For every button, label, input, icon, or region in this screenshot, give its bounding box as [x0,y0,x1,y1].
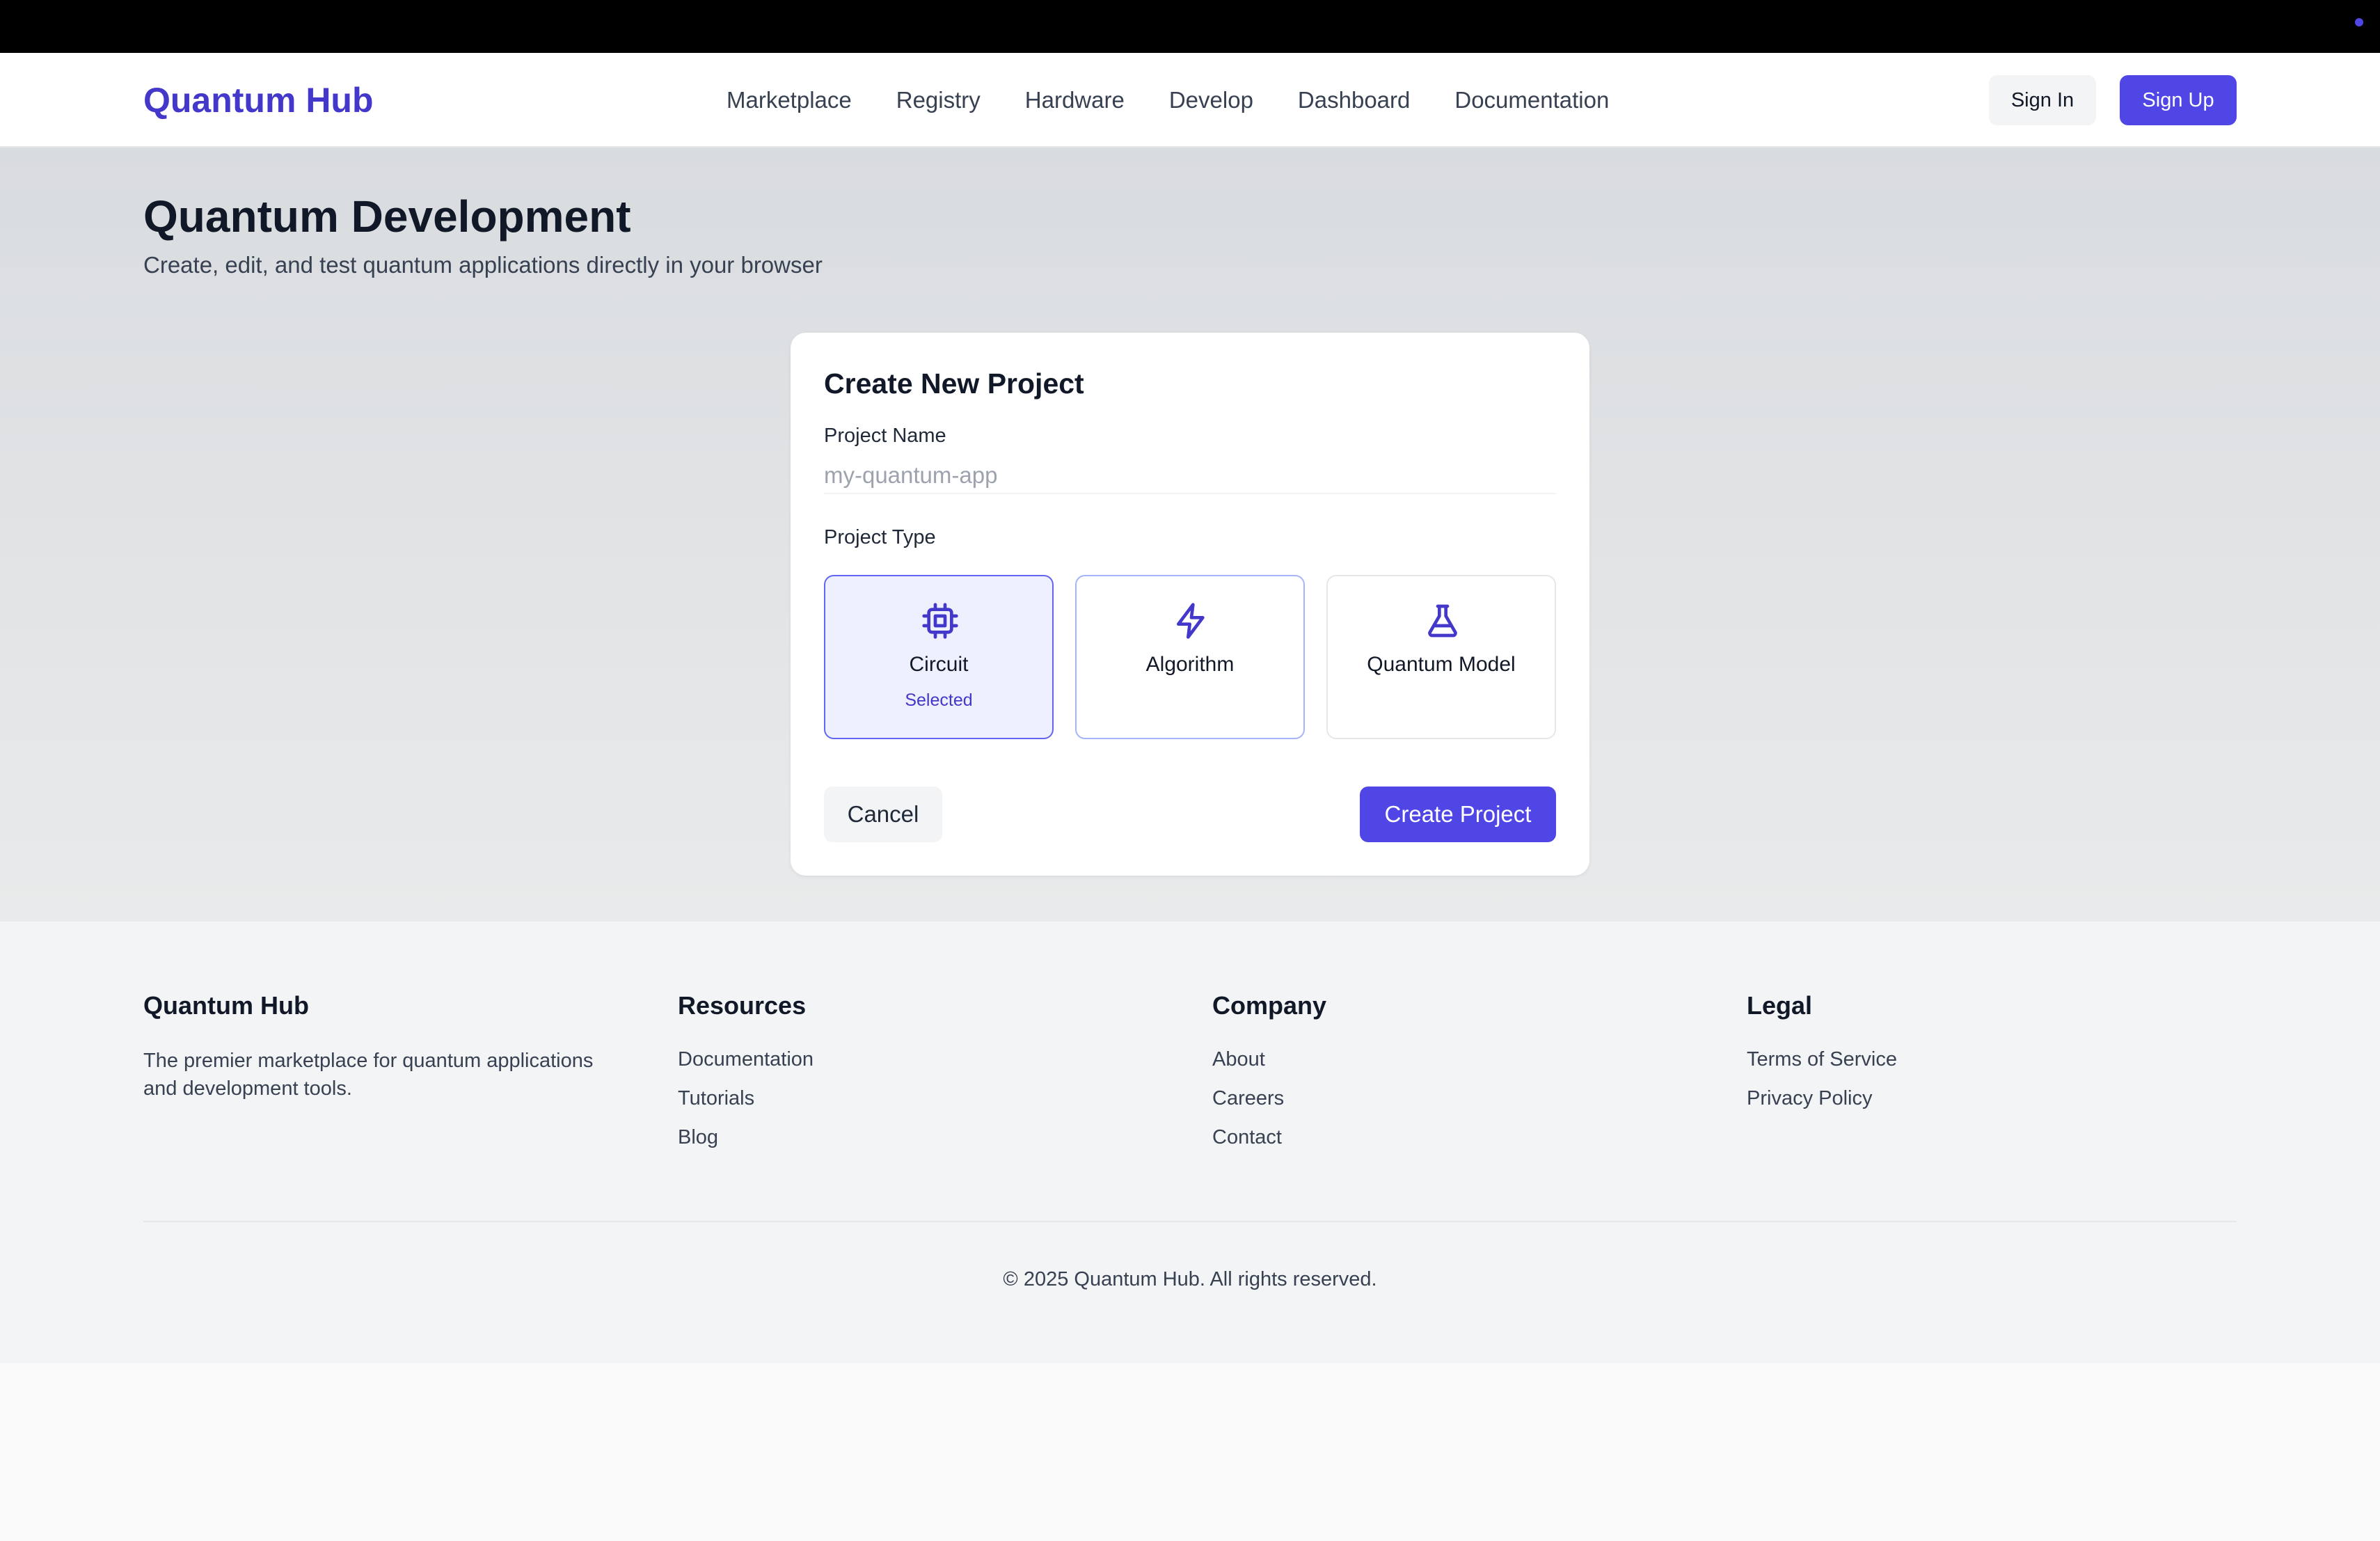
chip-icon [922,603,958,639]
main-nav: Marketplace Registry Hardware Develop Da… [727,74,1609,127]
footer-link-about[interactable]: About [1212,1047,1326,1072]
nav-develop[interactable]: Develop [1169,87,1253,113]
nav-marketplace[interactable]: Marketplace [727,87,852,113]
status-dot-icon [2355,18,2363,26]
type-option-quantum-model[interactable]: Quantum Model [1326,575,1556,739]
footer-link-careers[interactable]: Careers [1212,1086,1326,1111]
nav-dashboard[interactable]: Dashboard [1298,87,1410,113]
project-name-input[interactable] [824,458,1556,494]
type-option-name: Quantum Model [1367,653,1516,676]
footer-brand-description: The premier marketplace for quantum appl… [143,1050,594,1100]
footer-legal-title: Legal [1747,991,1813,1020]
project-type-label: Project Type [824,526,936,548]
footer-link-privacy[interactable]: Privacy Policy [1747,1086,1897,1111]
footer-company-column: Company About Careers Contact [1212,991,1326,1164]
type-option-circuit[interactable]: Circuit Selected [824,575,1054,739]
create-project-card: Create New Project Project Name Project … [791,333,1589,876]
footer-link-blog[interactable]: Blog [678,1125,814,1150]
cancel-button[interactable]: Cancel [824,787,942,842]
hero-section: Quantum Development Create, edit, and te… [0,148,2380,922]
footer-company-title: Company [1212,991,1327,1020]
create-project-button[interactable]: Create Project [1360,787,1556,842]
type-option-name: Circuit [909,653,969,676]
type-option-status: Selected [905,690,973,710]
site-header: Quantum Hub Marketplace Registry Hardwar… [0,53,2380,148]
type-option-algorithm[interactable]: Algorithm [1075,575,1305,739]
site-footer: Quantum Hub The premier marketplace for … [0,922,2380,1363]
nav-registry[interactable]: Registry [896,87,981,113]
nav-hardware[interactable]: Hardware [1025,87,1125,113]
page-subtitle: Create, edit, and test quantum applicati… [143,252,823,278]
lightning-icon [1177,603,1205,639]
copyright-text: © 2025 Quantum Hub. All rights reserved. [1003,1268,1377,1290]
type-option-name: Algorithm [1145,653,1235,676]
browser-top-bar [0,0,2380,53]
footer-link-documentation[interactable]: Documentation [678,1047,814,1072]
project-name-label: Project Name [824,425,946,447]
footer-link-terms[interactable]: Terms of Service [1747,1047,1897,1072]
footer-resources-column: Resources Documentation Tutorials Blog [678,991,814,1164]
footer-link-contact[interactable]: Contact [1212,1125,1326,1150]
footer-link-tutorials[interactable]: Tutorials [678,1086,814,1111]
footer-divider [143,1221,2237,1222]
sign-in-button[interactable]: Sign In [1989,75,2096,125]
page-title: Quantum Development [143,191,631,242]
footer-legal-column: Legal Terms of Service Privacy Policy [1747,991,1897,1125]
sign-up-button[interactable]: Sign Up [2120,75,2237,125]
footer-brand-title: Quantum Hub [143,991,309,1020]
flask-icon [1428,604,1457,638]
footer-brand-column: Quantum Hub The premier marketplace for … [143,991,630,1103]
footer-resources-title: Resources [678,991,807,1020]
brand-logo[interactable]: Quantum Hub [143,74,374,127]
card-title: Create New Project [824,368,1084,400]
nav-documentation[interactable]: Documentation [1454,87,1609,113]
